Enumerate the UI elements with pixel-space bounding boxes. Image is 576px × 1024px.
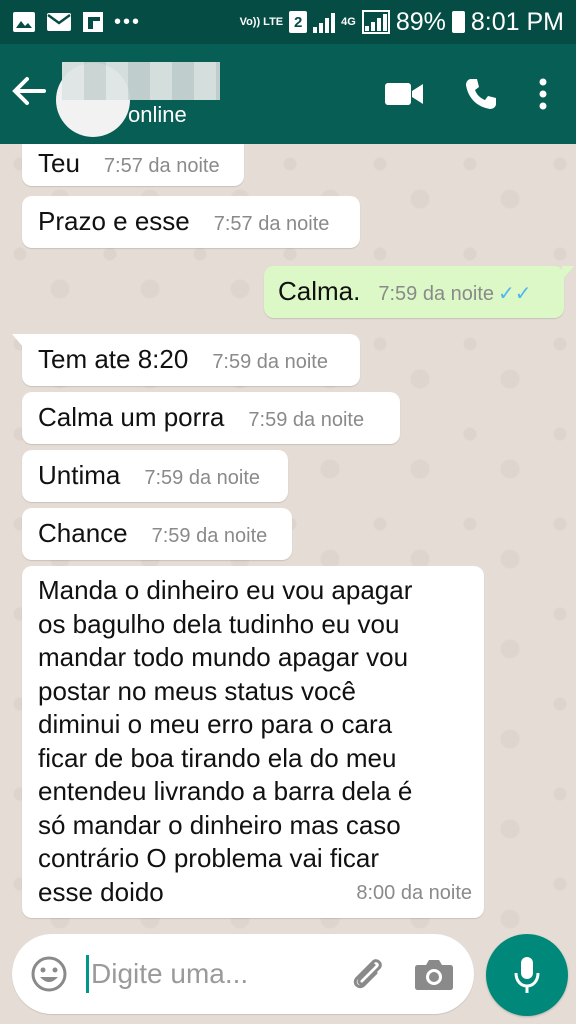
microphone-icon [514,957,540,993]
battery-icon [451,11,465,33]
message-line: postar no meus status você [38,675,356,706]
battery-percent: 89% [395,7,446,36]
camera-icon[interactable] [414,957,454,991]
clock: 8:01 PM [470,7,564,36]
message-text: Chance [38,518,128,548]
message-line: os bagulho dela tudinho eu vou [38,608,400,639]
message-time: 7:59 da noite [212,351,328,373]
message-line: contrário O problema vai ficar [38,843,380,873]
signal-icon-2 [361,10,390,34]
message-incoming[interactable]: Prazo e esse 7:57 da noite [22,196,360,248]
message-text: Untima [38,460,121,490]
video-call-icon[interactable] [384,81,424,107]
message-text: Teu [38,148,80,178]
more-options-icon[interactable] [538,78,548,110]
message-input-placeholder: Digite uma... [91,958,249,989]
message-time: 7:57 da noite [213,213,330,235]
message-line: mandar todo mundo apagar vou [38,642,409,672]
message-text: Calma um porra [38,402,225,432]
attach-icon[interactable] [348,955,386,993]
volte-indicator: Vo)) LTE [239,15,284,28]
message-outgoing[interactable]: Calma. 7:59 da noite ✓✓ [264,266,574,318]
chat-header: online [0,44,576,144]
message-line: ficar de boa tirando ela do meu [38,742,397,773]
back-arrow-icon[interactable] [12,75,52,113]
message-line: só mandar o dinheiro mas caso [38,809,401,840]
signal-icon [313,11,336,33]
message-time: 7:57 da noite [103,155,220,177]
message-incoming[interactable]: Teu 7:57 da noite [22,144,244,186]
microphone-button[interactable] [486,934,568,1016]
image-icon [13,12,35,32]
message-text: Calma. [278,276,361,306]
message-incoming[interactable]: Calma um porra 7:59 da noite [22,392,400,444]
message-list[interactable]: Teu 7:57 da noite Prazo e esse 7:57 da noi… [0,144,576,934]
flipboard-icon [83,12,103,32]
message-incoming[interactable]: Untima 7:59 da noite [22,450,288,502]
mail-icon [47,13,71,31]
contact-status: online [128,102,187,127]
message-input-field[interactable]: Digite uma... [12,934,474,1014]
message-text: Tem ate 8:20 [38,344,189,374]
message-text: Prazo e esse [38,206,190,236]
message-time: 7:59 da noite [248,409,365,431]
message-line: entendeu livrando a barra dela é [38,776,413,806]
emoji-icon[interactable] [30,955,68,993]
text-caret [86,955,89,993]
voice-call-icon[interactable] [464,77,498,111]
redacted-contact-name [62,62,220,100]
message-time: 7:59 da noite [144,467,261,489]
message-line: Manda o dinheiro eu vou apagar [38,575,413,605]
message-incoming[interactable]: Manda o dinheiro eu vou apagar os bagulh… [22,566,484,918]
network-type: 4G [341,15,356,28]
more-notifications-icon: ••• [114,10,142,33]
status-bar: ••• Vo)) LTE 2 4G 89% 8:01 PM [0,0,576,44]
read-receipt-icon: ✓✓ [498,283,532,305]
sim-slot-badge: 2 [289,11,308,33]
message-time: 7:59 da noite [151,525,268,547]
message-time: 8:00 da noite [356,881,472,904]
message-incoming[interactable]: Chance 7:59 da noite [22,508,292,560]
notification-icons: ••• [12,11,141,34]
message-incoming[interactable]: Tem ate 8:20 7:59 da noite [12,334,360,386]
composer: Digite uma... [0,934,576,1024]
message-line: diminui o meu erro para o cara [38,709,393,739]
message-time: 7:59 da noite [378,283,495,305]
